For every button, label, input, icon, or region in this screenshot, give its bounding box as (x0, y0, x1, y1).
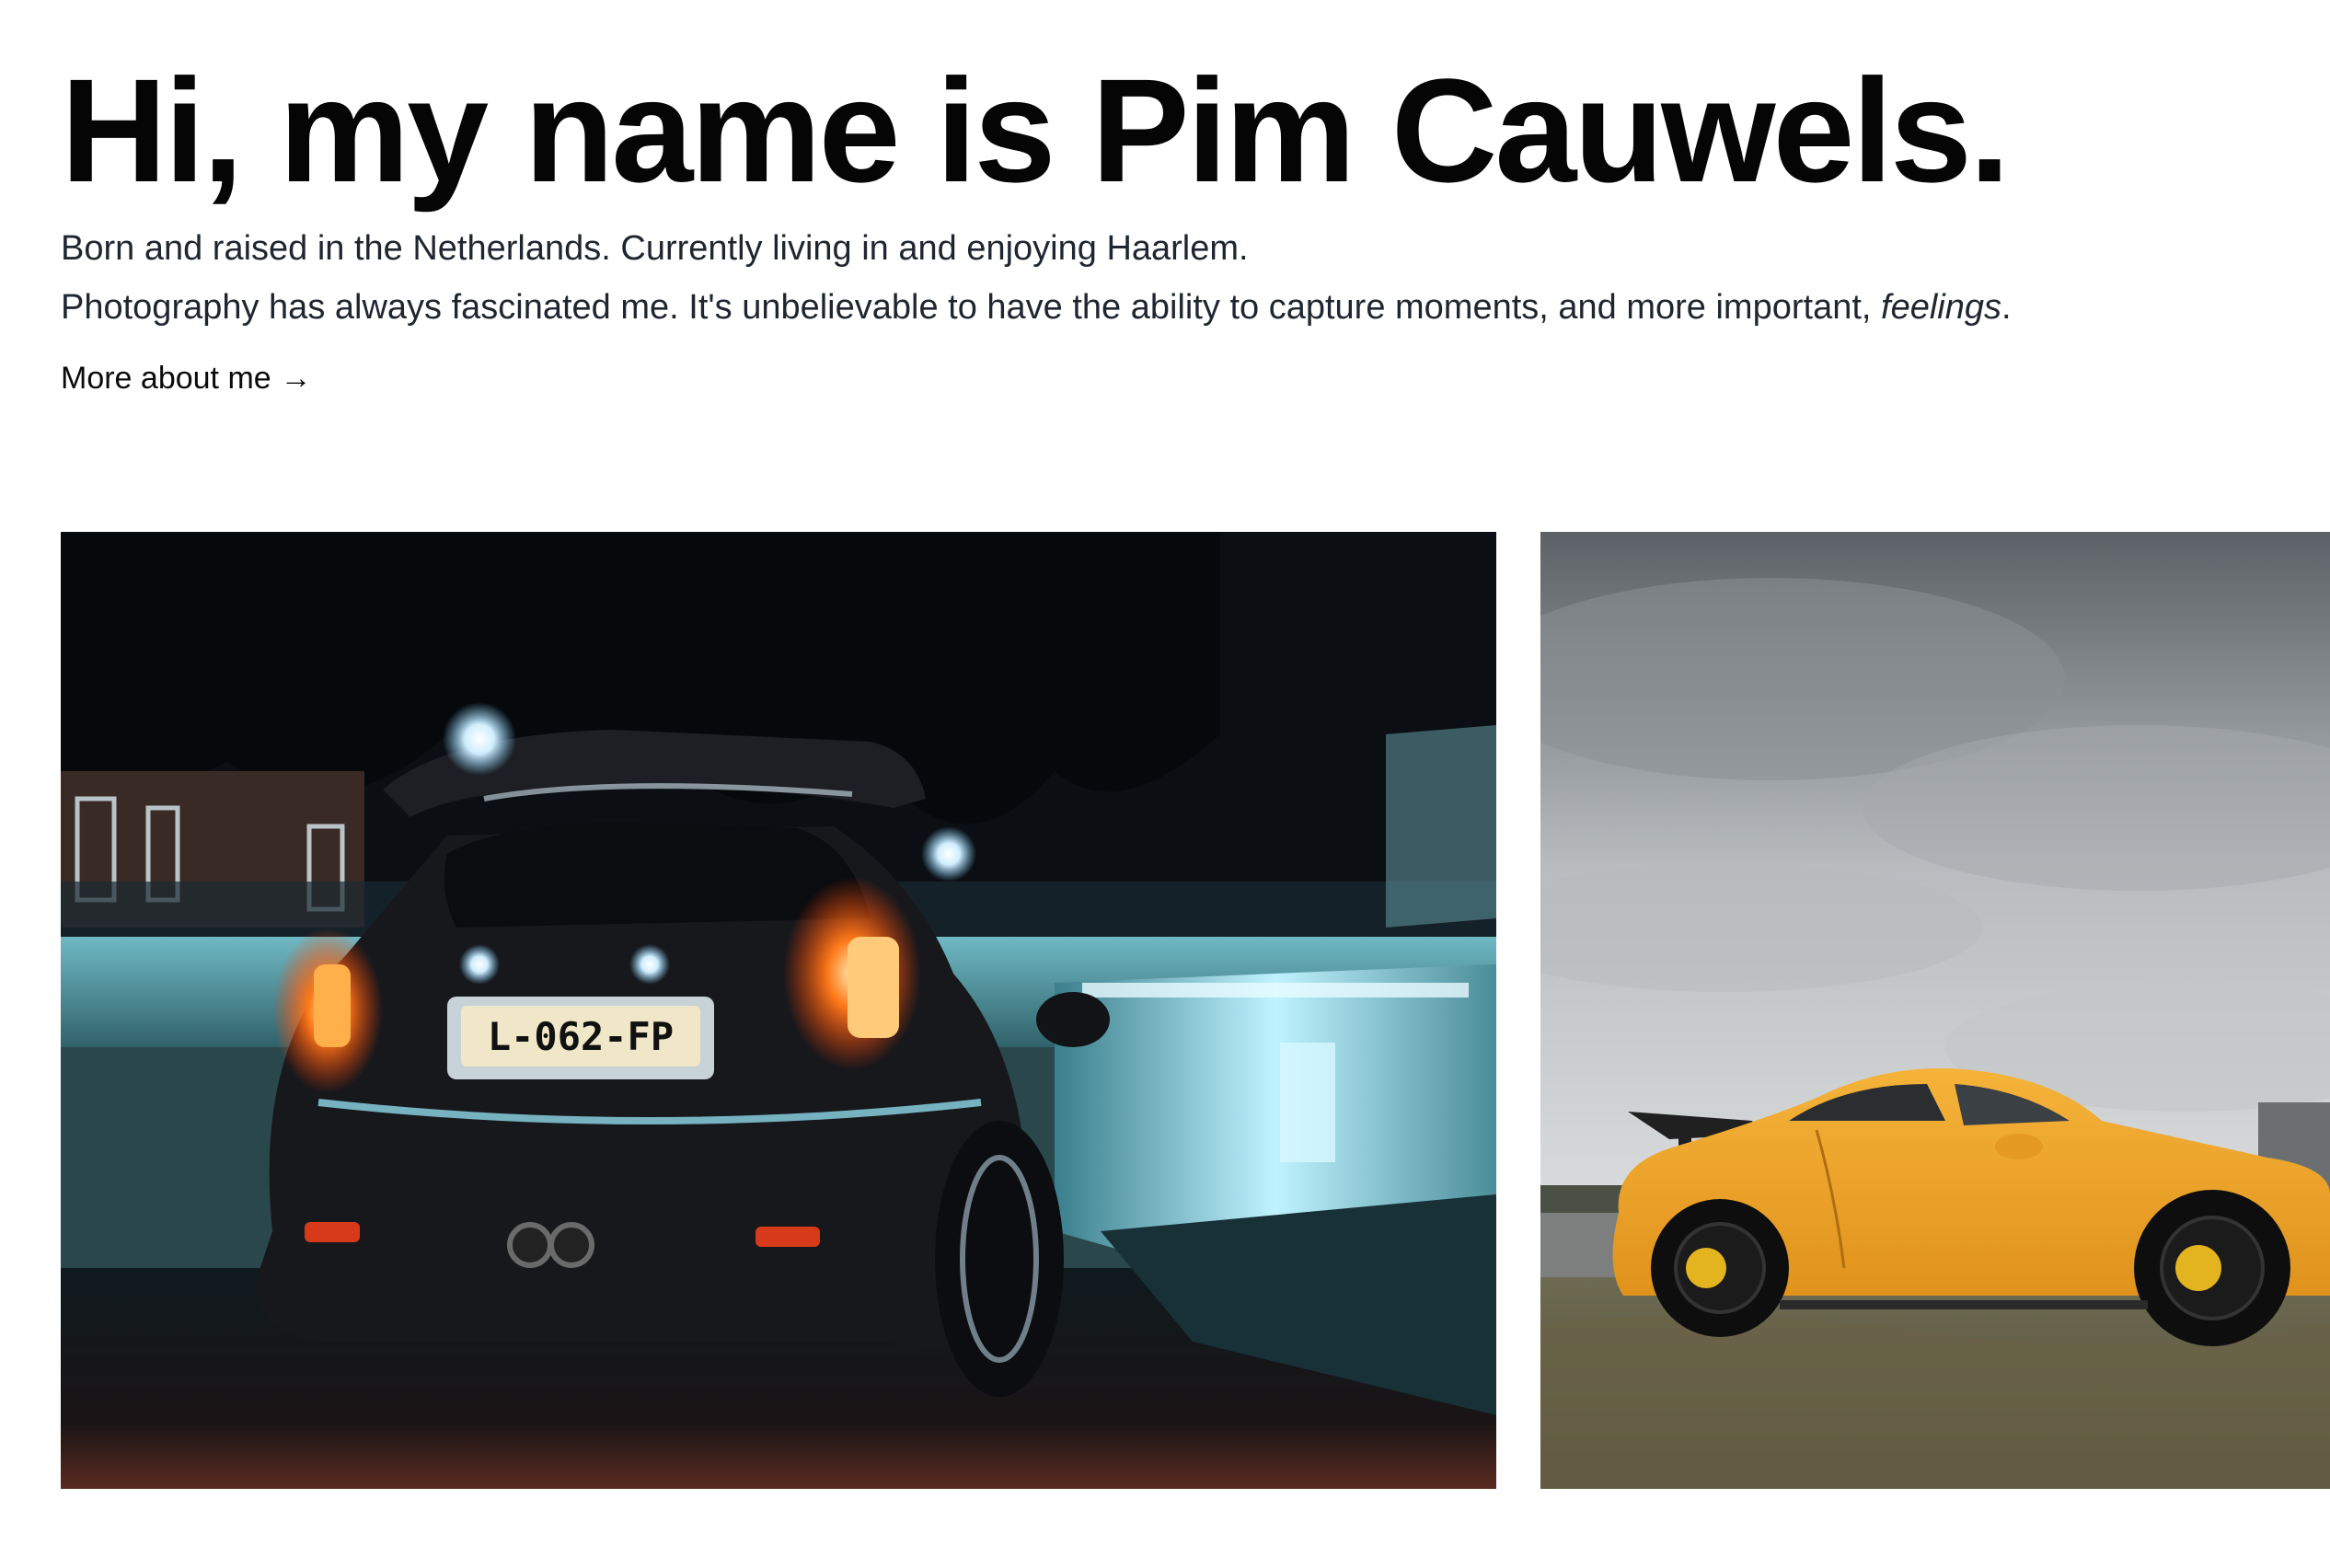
bio-line-2-text: Photography has always fascinated me. It… (61, 288, 1882, 327)
yellow-car-image (1540, 532, 2330, 1489)
page-title: Hi, my name is Pim Cauwels. (61, 48, 2010, 213)
bio-line-2: Photography has always fascinated me. It… (61, 278, 2306, 337)
gallery-photo-night-car[interactable]: L-062-FP (61, 532, 1496, 1489)
night-car-image: L-062-FP (61, 532, 1496, 1489)
more-about-me-link[interactable]: More about me → (61, 352, 312, 404)
photo-gallery: L-062-FP (61, 532, 2330, 1489)
hero-section: Hi, my name is Pim Cauwels. Born and rai… (61, 48, 2306, 337)
bio-line-1: Born and raised in the Netherlands. Curr… (61, 229, 1249, 268)
license-plate-text: L-062-FP (488, 1014, 674, 1059)
bio-emphasis: feelings (1881, 288, 2001, 327)
bio-line-2-end: . (2001, 288, 2012, 327)
page: Hi, my name is Pim Cauwels. Born and rai… (0, 0, 2330, 1568)
gallery-photo-yellow-car[interactable] (1540, 532, 2330, 1489)
arrow-right-icon: → (280, 361, 312, 396)
more-about-me-label: More about me (61, 361, 271, 396)
